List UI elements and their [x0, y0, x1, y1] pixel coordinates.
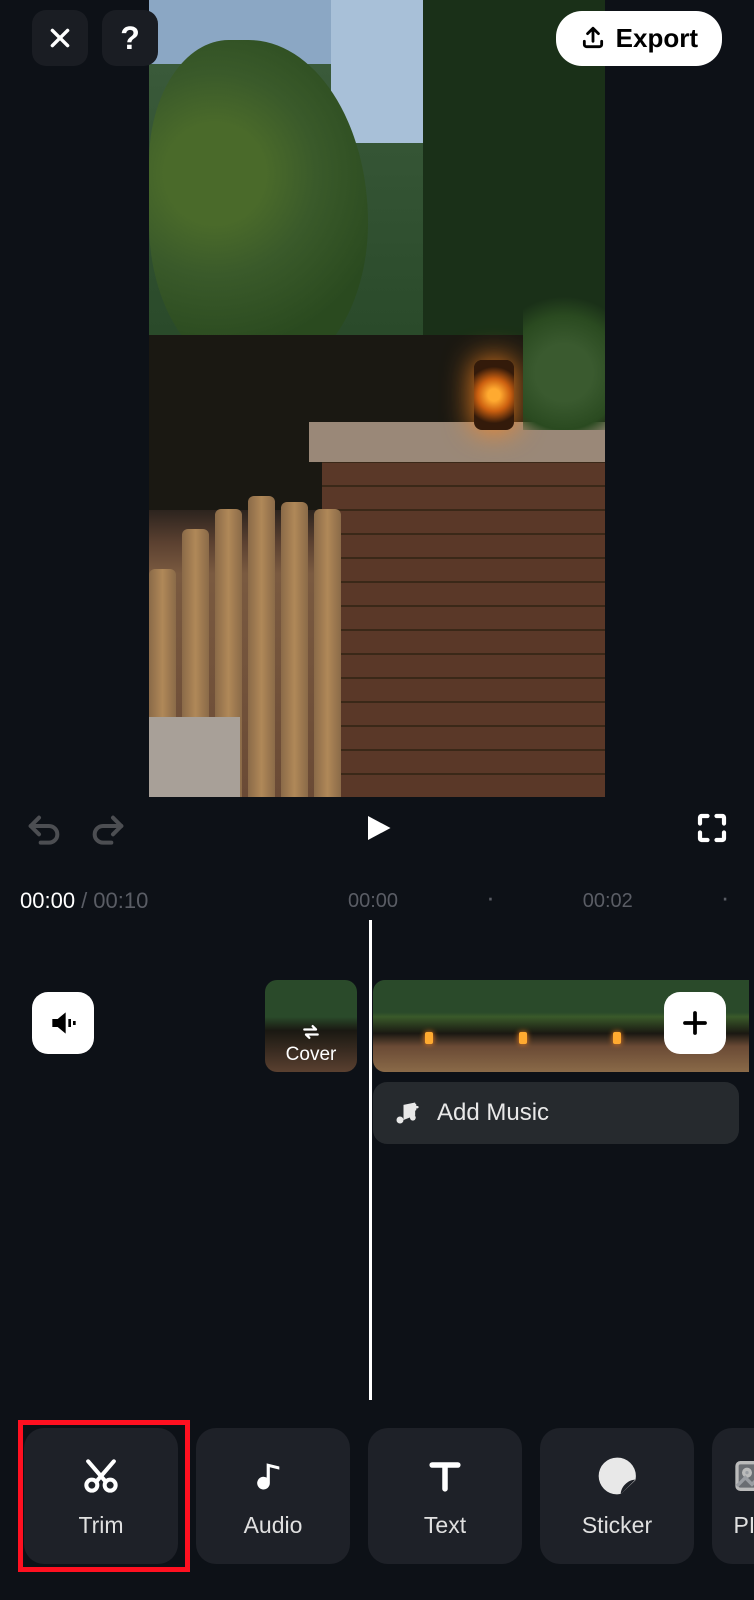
plus-icon — [680, 1008, 710, 1038]
tool-text[interactable]: Text — [368, 1428, 522, 1564]
tool-label: Text — [424, 1512, 466, 1539]
tool-audio[interactable]: Audio — [196, 1428, 350, 1564]
swap-icon — [299, 1022, 323, 1042]
tool-label: Audio — [244, 1512, 303, 1539]
tool-label: PIP — [733, 1512, 754, 1539]
time-indicator-row: 00:00 / 00:10 00:00 · 00:02 · — [0, 888, 754, 914]
undo-button[interactable] — [24, 811, 64, 851]
current-time: 00:00 — [20, 888, 75, 914]
export-icon — [580, 25, 606, 51]
add-clip-button[interactable] — [664, 992, 726, 1054]
clip-frame — [373, 980, 467, 1072]
image-icon — [730, 1454, 754, 1498]
speaker-icon — [47, 1007, 79, 1039]
bottom-toolbar: Trim Audio Text Sticker PIP — [24, 1428, 754, 1564]
cover-label: Cover — [286, 1044, 337, 1066]
clip-frame — [561, 980, 655, 1072]
music-add-icon — [393, 1099, 421, 1127]
music-note-icon — [251, 1454, 295, 1498]
top-left-controls: ? — [32, 10, 158, 66]
export-button[interactable]: Export — [556, 11, 722, 66]
add-music-button[interactable]: Add Music — [373, 1082, 739, 1144]
tool-label: Trim — [78, 1512, 123, 1539]
add-music-label: Add Music — [437, 1099, 549, 1127]
tool-label: Sticker — [582, 1512, 652, 1539]
text-icon — [423, 1454, 467, 1498]
fullscreen-icon — [694, 810, 730, 846]
playhead[interactable] — [369, 920, 372, 1400]
play-icon — [359, 808, 395, 848]
export-label: Export — [616, 23, 698, 54]
help-button[interactable]: ? — [102, 10, 158, 66]
scissors-icon — [79, 1454, 123, 1498]
cover-button[interactable]: Cover — [265, 980, 357, 1072]
fullscreen-button[interactable] — [694, 810, 730, 851]
video-preview[interactable] — [149, 0, 605, 797]
close-button[interactable] — [32, 10, 88, 66]
tool-trim[interactable]: Trim — [24, 1428, 178, 1564]
mute-button[interactable] — [32, 992, 94, 1054]
undo-redo-group — [24, 811, 128, 851]
question-icon: ? — [120, 20, 140, 57]
ruler-dot: · — [486, 890, 495, 913]
ruler-dot: · — [721, 890, 730, 913]
top-bar: ? Export — [0, 10, 754, 66]
total-time: / 00:10 — [81, 888, 148, 914]
redo-button[interactable] — [88, 811, 128, 851]
close-icon — [47, 25, 73, 51]
play-button[interactable] — [359, 808, 395, 853]
playback-controls — [0, 810, 754, 851]
timeline-ruler: 00:00 · 00:02 · — [348, 890, 754, 913]
timeline-area: Cover Add Music — [0, 978, 754, 1178]
clip-frame — [467, 980, 561, 1072]
ruler-tick: 00:00 — [348, 890, 398, 913]
sticker-icon — [595, 1454, 639, 1498]
ruler-tick: 00:02 — [583, 890, 633, 913]
tool-pip[interactable]: PIP — [712, 1428, 754, 1564]
tool-sticker[interactable]: Sticker — [540, 1428, 694, 1564]
